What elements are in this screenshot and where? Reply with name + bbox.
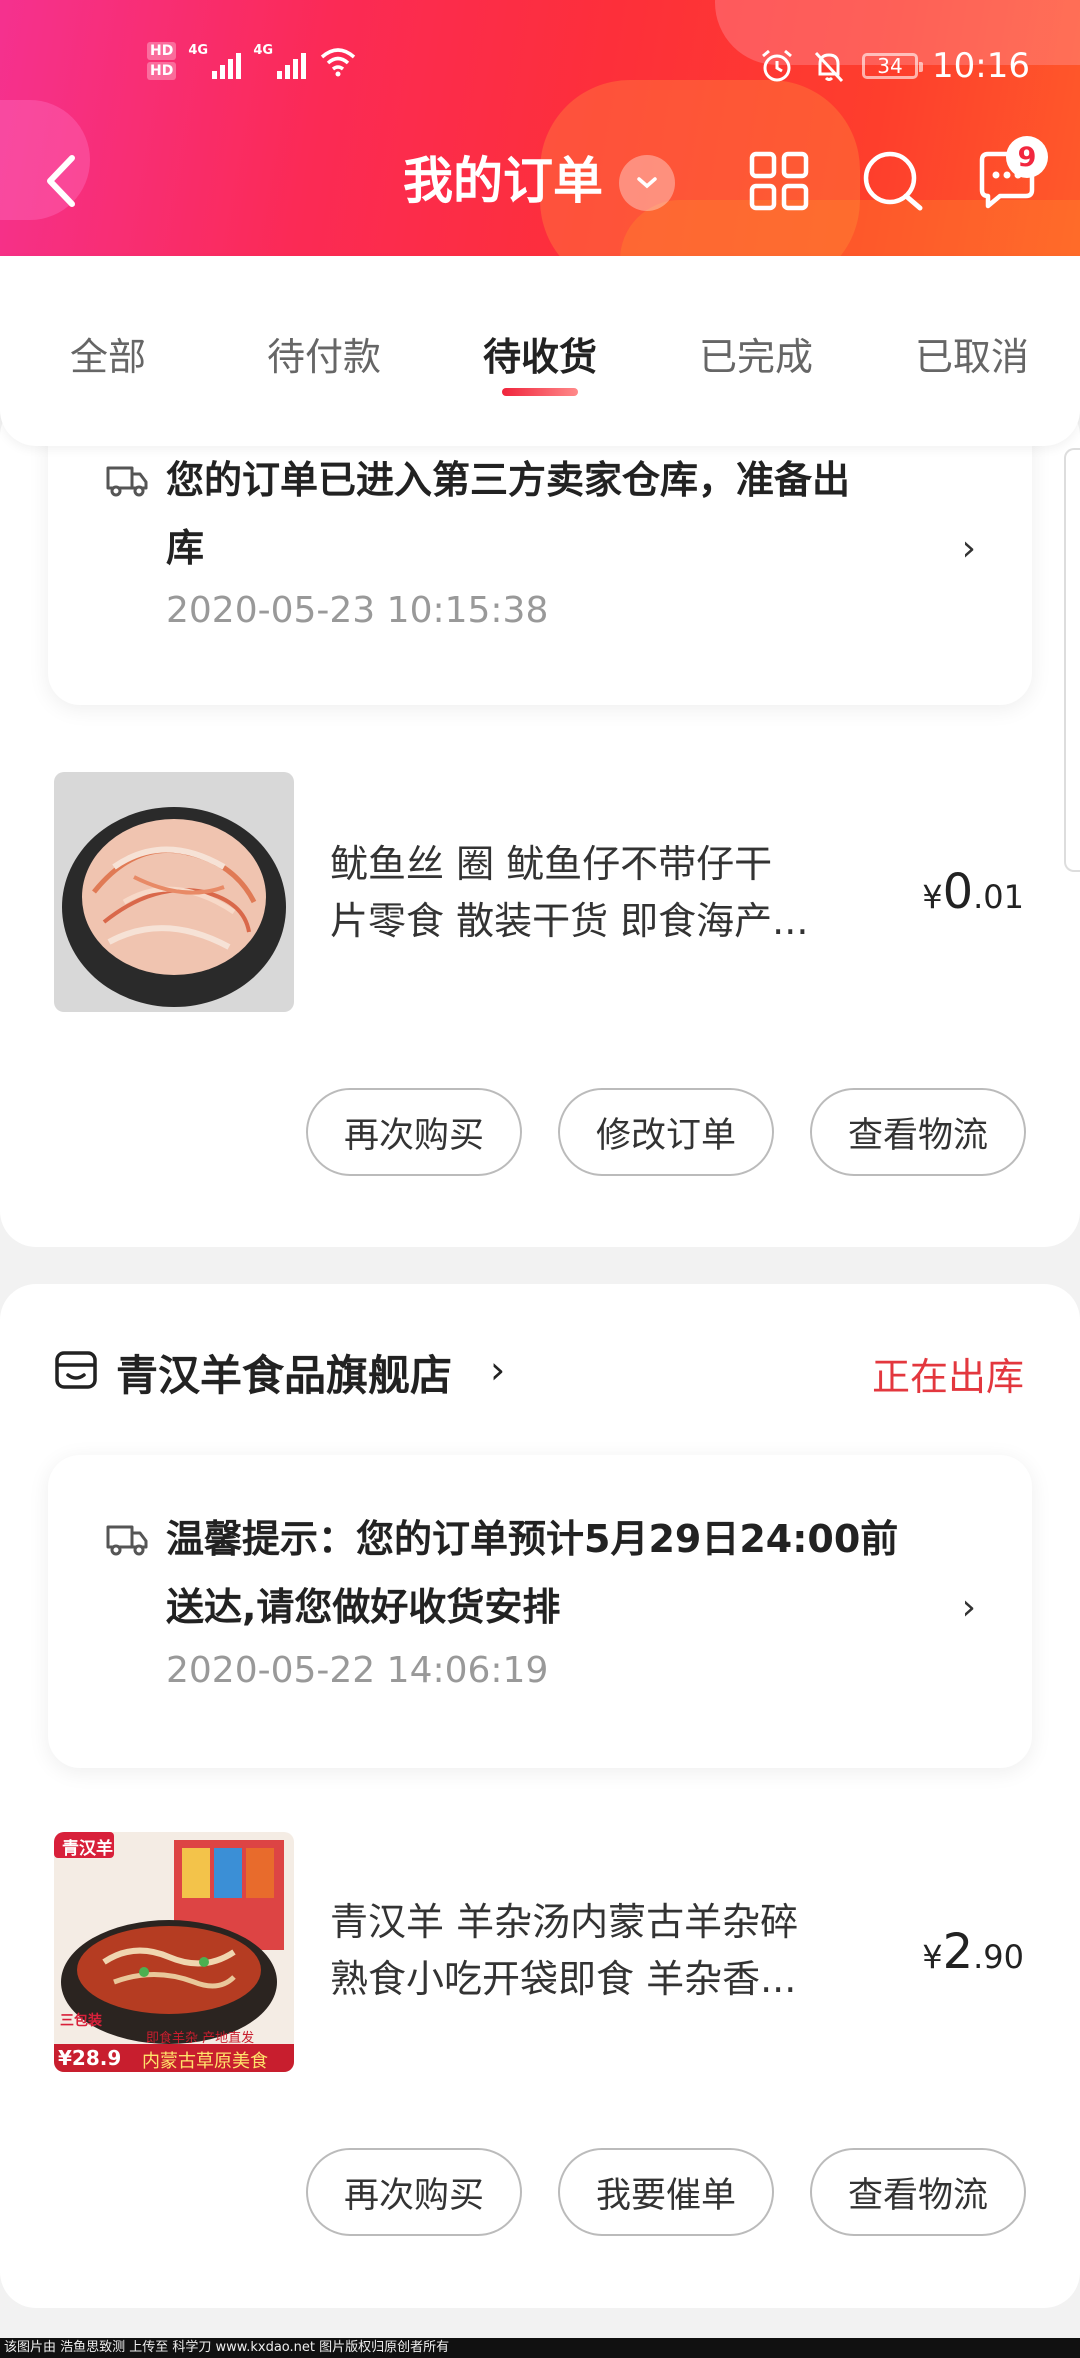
search-icon[interactable] (860, 148, 926, 214)
chevron-right-icon: › (961, 528, 976, 569)
order-tabs: 全部 待付款 待收货 已完成 已取消 (0, 256, 1080, 446)
wifi-icon (321, 48, 356, 77)
image-pack-label: 三包装 (60, 2013, 102, 2029)
scrollbar[interactable] (1064, 448, 1080, 872)
truck-icon (106, 466, 148, 497)
image-price-label: ¥28.9 (58, 2046, 122, 2070)
grid-icon[interactable] (746, 148, 812, 214)
product-price: ¥2.90 (922, 1924, 1024, 1980)
hd-indicator: HD (147, 42, 177, 60)
chevron-right-icon: › (961, 1587, 976, 1628)
buy-again-button[interactable]: 再次购买 (306, 1088, 522, 1176)
chevron-down-icon (637, 177, 657, 189)
tab-indicator (502, 388, 578, 396)
product-price: ¥0.01 (922, 864, 1024, 920)
page-title[interactable]: 我的订单 (403, 150, 603, 212)
view-logistics-button[interactable]: 查看物流 (810, 1088, 1026, 1176)
network-label: 4G (188, 43, 209, 58)
network-label: 4G (253, 43, 274, 58)
tab-cancelled[interactable]: 已取消 (915, 326, 1029, 381)
modify-order-button[interactable]: 修改订单 (558, 1088, 774, 1176)
signal-icon: 4G (253, 43, 307, 79)
logistics-time: 2020-05-22 14:06:19 (166, 1650, 549, 1691)
product-image[interactable] (54, 772, 294, 1012)
mute-icon (814, 51, 844, 83)
image-tagline: 内蒙古草原美食 (142, 2051, 268, 2072)
product-name[interactable]: 鱿鱼丝 圈 鱿鱼仔不带仔干 片零食 散装干货 即食海产... (330, 836, 890, 950)
logistics-time: 2020-05-23 10:15:38 (166, 590, 549, 631)
battery-icon: 34 (862, 53, 924, 79)
buy-again-button[interactable]: 再次购买 (306, 2148, 522, 2236)
status-bar-left: HD HD 4G 4G (147, 36, 358, 86)
order-status: 正在出库 (871, 1355, 1024, 1399)
tab-all[interactable]: 全部 (70, 326, 146, 381)
tab-pending-receipt[interactable]: 待收货 (483, 326, 597, 381)
signal-icon: 4G (188, 43, 242, 79)
back-arrow-icon[interactable] (38, 150, 88, 212)
view-logistics-button[interactable]: 查看物流 (810, 2148, 1026, 2236)
watermark-footer: 该图片由 浩鱼思致测 上传至 科学刀 www.kxdao.net 图片版权归原创… (0, 2338, 1080, 2358)
store-icon (55, 1351, 97, 1389)
logistics-message: 您的订单已进入第三方卖家仓库，准备出 库 (166, 458, 851, 570)
header-bar: HD HD 4G 4G 34 10:16 我的订单 9 (0, 0, 1080, 256)
truck-icon (106, 1525, 148, 1556)
status-bar-right: 34 10:16 (758, 36, 1030, 96)
hd-indicator: HD (147, 62, 177, 80)
tab-completed[interactable]: 已完成 (699, 326, 813, 381)
message-badge: 9 (1006, 136, 1048, 178)
image-tagline: 即食羊杂 产地直发 (146, 2031, 255, 2046)
chevron-right-icon[interactable]: › (490, 1348, 505, 1392)
store-name[interactable]: 青汉羊食品旗舰店 (116, 1342, 452, 1403)
tab-pending-payment[interactable]: 待付款 (267, 326, 381, 381)
product-image[interactable]: 青汉羊 三包装 ¥28.9 即食羊杂 产地直发 内蒙古草原美食 (54, 1832, 294, 2072)
clock: 10:16 (932, 46, 1030, 86)
alarm-icon (762, 49, 792, 82)
title-dropdown-button[interactable] (619, 155, 675, 211)
logistics-info[interactable]: 温馨提示：您的订单预计5月29日24:00前 送达,请您做好收货安排 2020-… (48, 1455, 1032, 1768)
urge-order-button[interactable]: 我要催单 (558, 2148, 774, 2236)
image-brand-label: 青汉羊 (62, 1839, 113, 1859)
logistics-message: 温馨提示：您的订单预计5月29日24:00前 送达,请您做好收货安排 (166, 1517, 899, 1629)
product-name[interactable]: 青汉羊 羊杂汤内蒙古羊杂碎 熟食小吃开袋即食 羊杂香... (330, 1894, 890, 2008)
